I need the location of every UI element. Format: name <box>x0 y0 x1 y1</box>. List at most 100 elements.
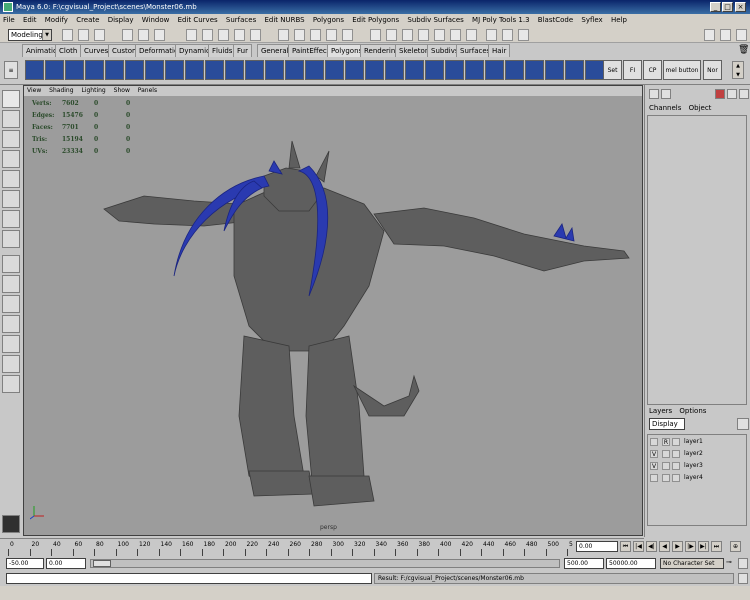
select-object-icon[interactable] <box>138 29 149 41</box>
open-scene-icon[interactable] <box>78 29 89 41</box>
help-icon[interactable] <box>294 29 305 41</box>
menu-edit-curves[interactable]: Edit Curves <box>178 16 218 24</box>
color-swatch[interactable] <box>672 462 680 470</box>
tab-cloth[interactable]: Cloth <box>55 44 82 57</box>
boolean-difference-icon[interactable] <box>265 60 284 80</box>
step-back-icon[interactable]: ◀| <box>646 541 657 552</box>
panel-toggle-icon-2[interactable] <box>661 89 671 99</box>
render-toggle[interactable] <box>662 474 670 482</box>
render-globals-icon[interactable] <box>342 29 353 41</box>
menu-mj-poly-tools[interactable]: MJ Poly Tools 1.3 <box>472 16 530 24</box>
poly-cylinder-icon[interactable] <box>65 60 84 80</box>
panel-toggle-icon[interactable] <box>649 89 659 99</box>
layout-four-icon[interactable] <box>2 275 20 293</box>
menu-subdiv-surfaces[interactable]: Subdiv Surfaces <box>407 16 463 24</box>
nor-button[interactable]: Nor <box>703 60 722 80</box>
range-slider-thumb[interactable] <box>93 560 111 567</box>
layout-graph-icon[interactable] <box>2 355 20 373</box>
uv-layout-icon[interactable] <box>545 60 564 80</box>
shelf-scroll-icon[interactable]: ▲ ▼ <box>732 61 744 79</box>
poly-sphere-icon[interactable] <box>25 60 44 80</box>
new-scene-icon[interactable] <box>62 29 73 41</box>
checker-uv-icon[interactable] <box>505 60 524 80</box>
time-slider[interactable]: 0 20 40 60 80 100 120 140 160 180 200 220 240 260 280 3… <box>0 538 644 556</box>
cp-button[interactable]: CP <box>643 60 662 80</box>
menu-polygons[interactable]: Polygons <box>313 16 344 24</box>
set-button[interactable]: Set <box>603 60 622 80</box>
start-time-field[interactable]: -50.00 <box>6 558 44 569</box>
merge-vertices-icon[interactable] <box>385 60 404 80</box>
boolean-union-icon[interactable] <box>245 60 264 80</box>
vp-menu-shading[interactable]: Shading <box>49 87 73 94</box>
extrude-edge-icon[interactable] <box>325 60 344 80</box>
maximize-button[interactable]: □ <box>722 2 733 12</box>
render-toggle[interactable] <box>662 462 670 470</box>
make-live-icon[interactable] <box>250 29 261 41</box>
graph-editor-icon[interactable] <box>402 29 413 41</box>
extract-icon[interactable] <box>205 60 224 80</box>
snap-plane-icon[interactable] <box>234 29 245 41</box>
script-editor-icon[interactable] <box>418 29 429 41</box>
step-back-key-icon[interactable]: |◀ <box>633 541 644 552</box>
close-button[interactable]: × <box>735 2 746 12</box>
rotate-tool-icon[interactable] <box>2 170 20 188</box>
color-swatch[interactable] <box>672 438 680 446</box>
paint-select-tool-icon[interactable] <box>2 130 20 148</box>
poly-cone-icon[interactable] <box>85 60 104 80</box>
select-hierarchy-icon[interactable] <box>122 29 133 41</box>
minimize-button[interactable]: _ <box>710 2 721 12</box>
panel-toggle-icon-3[interactable] <box>727 89 737 99</box>
menu-help[interactable]: Help <box>611 16 627 24</box>
menu-blastcode[interactable]: BlastCode <box>538 16 573 24</box>
shelf-menu-icon[interactable]: ≡ <box>4 61 18 79</box>
append-polygon-icon[interactable] <box>465 60 484 80</box>
menu-surfaces[interactable]: Surfaces <box>226 16 256 24</box>
menu-modify[interactable]: Modify <box>45 16 68 24</box>
mirror-icon[interactable] <box>285 60 304 80</box>
vp-menu-show[interactable]: Show <box>114 87 130 94</box>
snap-grid-icon[interactable] <box>186 29 197 41</box>
tab-fur[interactable]: Fur <box>233 44 252 57</box>
hypershade-icon[interactable] <box>370 29 381 41</box>
menu-window[interactable]: Window <box>142 16 170 24</box>
poly-cube-icon[interactable] <box>45 60 64 80</box>
clapperboard-icon-2[interactable] <box>502 29 513 41</box>
ipr-render-icon[interactable] <box>326 29 337 41</box>
poly-pipe-icon[interactable] <box>145 60 164 80</box>
menu-display[interactable]: Display <box>108 16 134 24</box>
autokey-icon[interactable]: ⊕ <box>730 541 741 552</box>
menu-edit-nurbs[interactable]: Edit NURBS <box>264 16 304 24</box>
lock-icon[interactable] <box>715 89 725 99</box>
monster-model[interactable] <box>24 96 642 536</box>
menu-create[interactable]: Create <box>76 16 99 24</box>
color-swatch[interactable] <box>672 450 680 458</box>
play-forwards-icon[interactable]: ▶ <box>672 541 683 552</box>
clapperboard-icon[interactable] <box>486 29 497 41</box>
menu-file[interactable]: File <box>3 16 15 24</box>
key-icon[interactable]: ⊸ <box>726 558 736 569</box>
split-polygon-icon[interactable] <box>345 60 364 80</box>
cut-faces-icon[interactable] <box>365 60 384 80</box>
layer-row-2[interactable]: V layer2 <box>650 449 744 459</box>
go-to-start-icon[interactable]: ⏮ <box>620 541 631 552</box>
panel-layout-icon-3[interactable] <box>736 29 747 41</box>
render-toggle[interactable]: R <box>662 438 670 446</box>
menu-options[interactable]: Options <box>679 407 706 415</box>
poly-torus-icon[interactable] <box>125 60 144 80</box>
menu-object[interactable]: Object <box>689 104 712 112</box>
animation-prefs-icon[interactable] <box>738 558 748 569</box>
clapperboard-icon-3[interactable] <box>518 29 529 41</box>
save-scene-icon[interactable] <box>94 29 105 41</box>
vp-menu-panels[interactable]: Panels <box>138 87 157 94</box>
current-frame-field[interactable]: 0.00 <box>576 541 618 552</box>
render-toggle[interactable] <box>662 450 670 458</box>
playback-end-field[interactable]: 500.00 <box>564 558 604 569</box>
character-set-field[interactable]: No Character Set <box>660 558 724 569</box>
bevel-icon[interactable] <box>445 60 464 80</box>
vp-menu-lighting[interactable]: Lighting <box>81 87 105 94</box>
layer-row-3[interactable]: V layer3 <box>650 461 744 471</box>
layout-outliner-icon[interactable] <box>2 335 20 353</box>
step-forward-key-icon[interactable]: ▶| <box>698 541 709 552</box>
select-tool-icon[interactable] <box>2 90 20 108</box>
play-backwards-icon[interactable]: ◀ <box>659 541 670 552</box>
